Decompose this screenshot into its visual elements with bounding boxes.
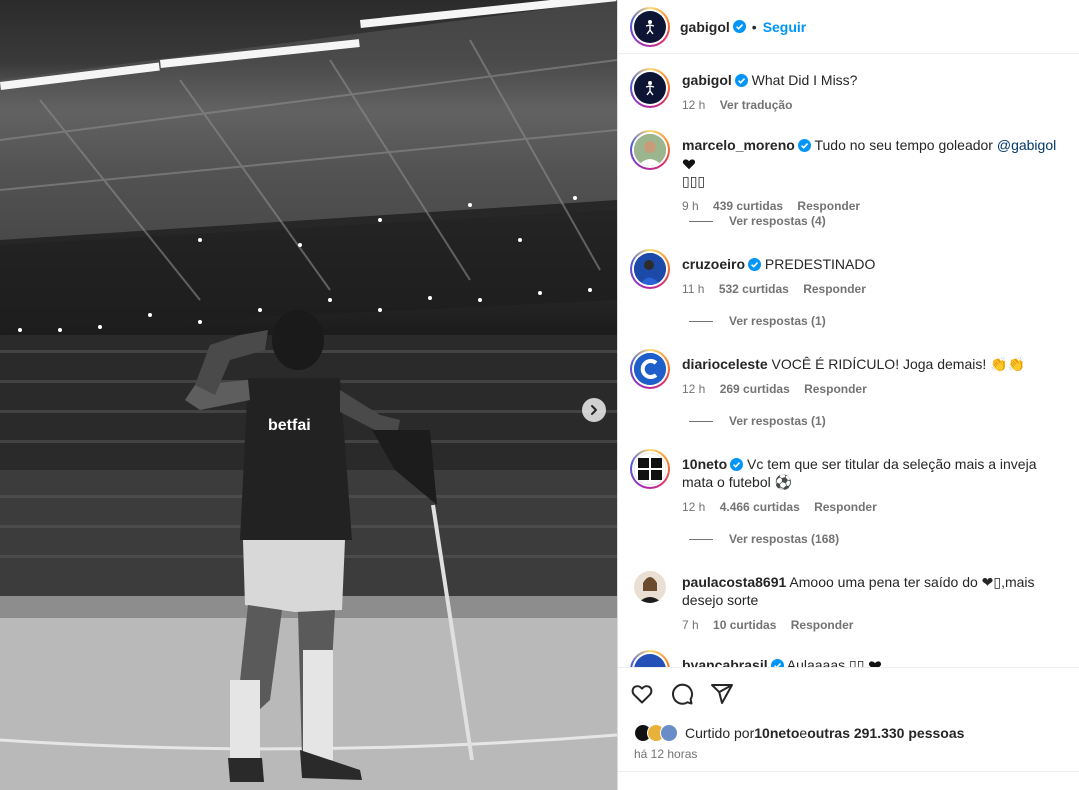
comment-username[interactable]: 10neto xyxy=(682,456,727,472)
reply-button[interactable]: Responder xyxy=(797,199,860,213)
comment-time: 12 h xyxy=(682,500,706,514)
replies-line xyxy=(689,220,713,222)
diarioceleste-logo-icon xyxy=(634,353,666,385)
post-header: gabigol • Seguir xyxy=(618,0,1079,54)
comment-likes[interactable]: 439 curtidas xyxy=(713,199,783,213)
comment-username[interactable]: diarioceleste xyxy=(682,356,768,372)
comment-avatar[interactable] xyxy=(630,249,670,289)
comment-username[interactable]: cruzoeiro xyxy=(682,256,745,272)
post-side-panel: gabigol • Seguir gabigol What Did I Miss… xyxy=(617,0,1079,790)
caption-time: 12 h xyxy=(682,98,706,112)
comment-text: VOCÊ É RIDÍCULO! Joga demais! 👏👏 xyxy=(771,356,1026,372)
post-timestamp[interactable]: há 12 horas xyxy=(634,747,697,761)
comment-likes[interactable]: 10 curtidas xyxy=(713,618,776,632)
verified-badge-icon xyxy=(732,20,746,33)
liker-avatars[interactable] xyxy=(634,724,678,742)
verified-badge-icon xyxy=(797,139,811,152)
comment-item: diarioceleste VOCÊ É RIDÍCULO! Joga dema… xyxy=(630,349,1070,398)
view-replies-label: Ver respostas (4) xyxy=(729,214,826,228)
liked-by-user[interactable]: 10neto xyxy=(754,725,799,741)
gabigol-logo-icon xyxy=(645,81,655,96)
comment-time: 7 h xyxy=(682,618,699,632)
caption-text: What Did I Miss? xyxy=(751,72,858,88)
comment-avatar[interactable] xyxy=(630,130,670,170)
reply-button[interactable]: Responder xyxy=(804,382,867,396)
view-replies-button[interactable]: Ver respostas (168) xyxy=(689,532,839,546)
comment-avatar[interactable] xyxy=(630,349,670,389)
chevron-right-icon xyxy=(591,405,597,415)
share-icon[interactable] xyxy=(710,682,734,706)
10neto-logo-icon xyxy=(634,453,666,485)
comment-time: 12 h xyxy=(682,382,706,396)
verified-badge-icon xyxy=(770,659,784,667)
carousel-next-button[interactable] xyxy=(582,398,606,422)
author-avatar[interactable] xyxy=(630,6,670,47)
reply-button[interactable]: Responder xyxy=(803,282,866,296)
comment-avatar[interactable] xyxy=(630,449,670,489)
add-comment-area[interactable] xyxy=(618,771,1079,790)
mention-link[interactable]: @gabigol xyxy=(997,137,1056,153)
replies-line xyxy=(689,538,713,540)
comment-username[interactable]: byancabrasil xyxy=(682,657,768,667)
view-replies-button[interactable]: Ver respostas (1) xyxy=(689,414,826,428)
comment-icon[interactable] xyxy=(670,682,694,706)
comment-avatar[interactable] xyxy=(630,650,670,667)
likes-summary: Curtido por 10neto e outras 291.330 pess… xyxy=(634,724,964,742)
heart-icon[interactable] xyxy=(630,682,654,706)
caption-avatar[interactable] xyxy=(630,68,670,108)
comment-likes[interactable]: 532 curtidas xyxy=(719,282,789,296)
comment-item: 10neto Vc tem que ser titular da seleção… xyxy=(630,449,1070,516)
comment-username[interactable]: paulacosta8691 xyxy=(682,574,786,590)
comment-emoji-line: ▯▯▯ xyxy=(682,173,706,189)
view-replies-label: Ver respostas (1) xyxy=(729,414,826,428)
view-replies-button[interactable]: Ver respostas (1) xyxy=(689,314,826,328)
profile-photo-icon xyxy=(634,571,666,603)
liked-by-middle: e xyxy=(799,725,808,741)
view-replies-label: Ver respostas (1) xyxy=(729,314,826,328)
comment-time: 11 h xyxy=(682,282,705,296)
replies-line xyxy=(689,320,713,322)
author-username[interactable]: gabigol xyxy=(680,19,730,35)
comments-list[interactable]: gabigol What Did I Miss? 12 h Ver traduç… xyxy=(618,55,1079,667)
comment-likes[interactable]: 269 curtidas xyxy=(720,382,790,396)
gabigol-logo-icon xyxy=(645,19,655,34)
stadium-celebration-photo: betfai xyxy=(0,0,617,790)
comment-likes[interactable]: 4.466 curtidas xyxy=(720,500,800,514)
verified-badge-icon xyxy=(730,458,744,471)
profile-photo-icon xyxy=(634,134,666,166)
view-replies-button[interactable]: Ver respostas (4) xyxy=(689,214,826,228)
comment-avatar[interactable] xyxy=(630,567,670,607)
sponsor-logo-text: betfai xyxy=(268,417,311,434)
verified-badge-icon xyxy=(734,74,748,87)
replies-line xyxy=(689,420,713,422)
liked-by-others[interactable]: outras 291.330 pessoas xyxy=(807,725,964,741)
caption-username[interactable]: gabigol xyxy=(682,72,732,88)
cruzeiro-profile-icon xyxy=(634,253,666,285)
comment-item: marcelo_moreno Tudo no seu tempo goleado… xyxy=(630,130,1070,215)
translate-link[interactable]: Ver tradução xyxy=(720,98,793,112)
view-replies-label: Ver respostas (168) xyxy=(729,532,840,546)
liker-avatar xyxy=(660,724,678,742)
comment-item: paulacosta8691 Amooo uma pena ter saído … xyxy=(630,567,1070,634)
post-actions: Curtido por 10neto e outras 291.330 pess… xyxy=(618,667,1079,771)
comment-item: byancabrasil Aulaaaas ▯▯ xyxy=(630,650,1070,667)
black-heart-emoji-icon xyxy=(869,661,882,667)
header-separator: • xyxy=(751,18,757,35)
reply-button[interactable]: Responder xyxy=(791,618,854,632)
comment-text: PREDESTINADO xyxy=(764,256,876,272)
verified-badge-icon xyxy=(748,258,762,271)
comment-text: Aulaaaas ▯▯ xyxy=(786,657,865,667)
caption: gabigol What Did I Miss? 12 h Ver traduç… xyxy=(630,68,1070,114)
follow-button[interactable]: Seguir xyxy=(763,19,807,35)
liked-by-prefix: Curtido por xyxy=(685,725,755,741)
post-photo[interactable]: betfai xyxy=(0,0,617,790)
black-heart-emoji-icon xyxy=(682,159,696,170)
reply-button[interactable]: Responder xyxy=(814,500,877,514)
comment-username[interactable]: marcelo_moreno xyxy=(682,137,795,153)
comment-time: 9 h xyxy=(682,199,699,213)
comment-item: cruzoeiro PREDESTINADO 11 h 532 curtidas… xyxy=(630,249,1070,298)
comment-text: Tudo no seu tempo goleador xyxy=(814,137,997,153)
